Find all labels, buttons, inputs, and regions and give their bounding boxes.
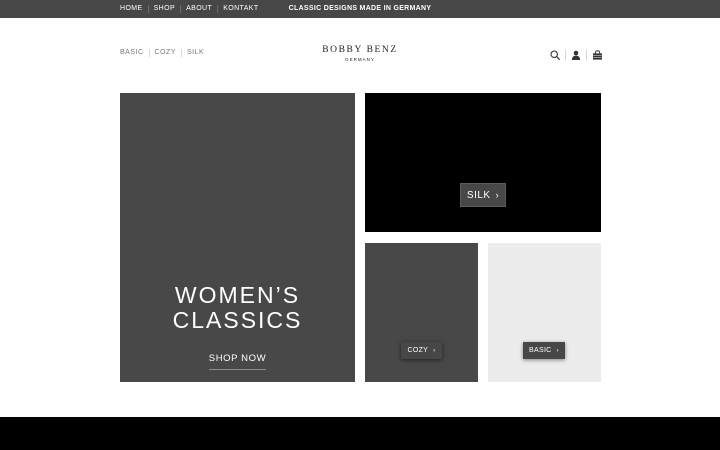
cozy-button-label: COZY (407, 347, 429, 354)
silk-button[interactable]: SILK › (460, 183, 506, 207)
category-nav: BASIC COZY SILK (120, 49, 209, 57)
icon-divider (565, 50, 566, 60)
chevron-right-icon: › (556, 347, 559, 354)
top-bar: HOME SHOP ABOUT KONTAKT CLASSIC DESIGNS … (0, 0, 720, 18)
brand-logo[interactable]: BOBBY BENZ GERMANY (300, 45, 420, 63)
shop-now-link[interactable]: SHOP NOW (208, 353, 267, 370)
category-link-silk[interactable]: SILK (182, 49, 209, 57)
site-header: BASIC COZY SILK BOBBY BENZ GERMANY (0, 18, 720, 92)
search-icon[interactable] (549, 49, 561, 61)
silk-button-label: SILK (466, 189, 491, 201)
title-line-2: CLASSICS (172, 307, 303, 333)
womens-classics-tile[interactable]: WOMEN’S CLASSICS SHOP NOW (120, 93, 355, 382)
logo-subtitle: GERMANY (345, 57, 375, 62)
basic-button[interactable]: BASIC › (523, 342, 565, 359)
category-link-basic[interactable]: BASIC (120, 49, 150, 57)
basic-button-label: BASIC (529, 347, 552, 354)
header-icons (549, 49, 603, 61)
chevron-right-icon: › (495, 190, 500, 200)
silk-tile[interactable]: SILK › (365, 93, 601, 232)
tagline: CLASSIC DESIGNS MADE IN GERMANY (288, 5, 432, 12)
shop-now-wrap: SHOP NOW (120, 348, 355, 370)
title-line-1: WOMEN’S (174, 282, 301, 308)
cozy-tile[interactable]: COZY › (365, 243, 478, 382)
womens-classics-title: WOMEN’S CLASSICS (120, 283, 355, 333)
basic-tile[interactable]: BASIC › (488, 243, 601, 382)
site-footer (0, 417, 720, 450)
category-link-cozy[interactable]: COZY (150, 49, 182, 57)
logo-name: BOBBY BENZ (322, 45, 398, 55)
cozy-button[interactable]: COZY › (401, 342, 442, 359)
cart-icon[interactable] (591, 49, 603, 61)
account-icon[interactable] (570, 49, 582, 61)
chevron-right-icon: › (433, 347, 436, 354)
icon-divider (586, 50, 587, 60)
